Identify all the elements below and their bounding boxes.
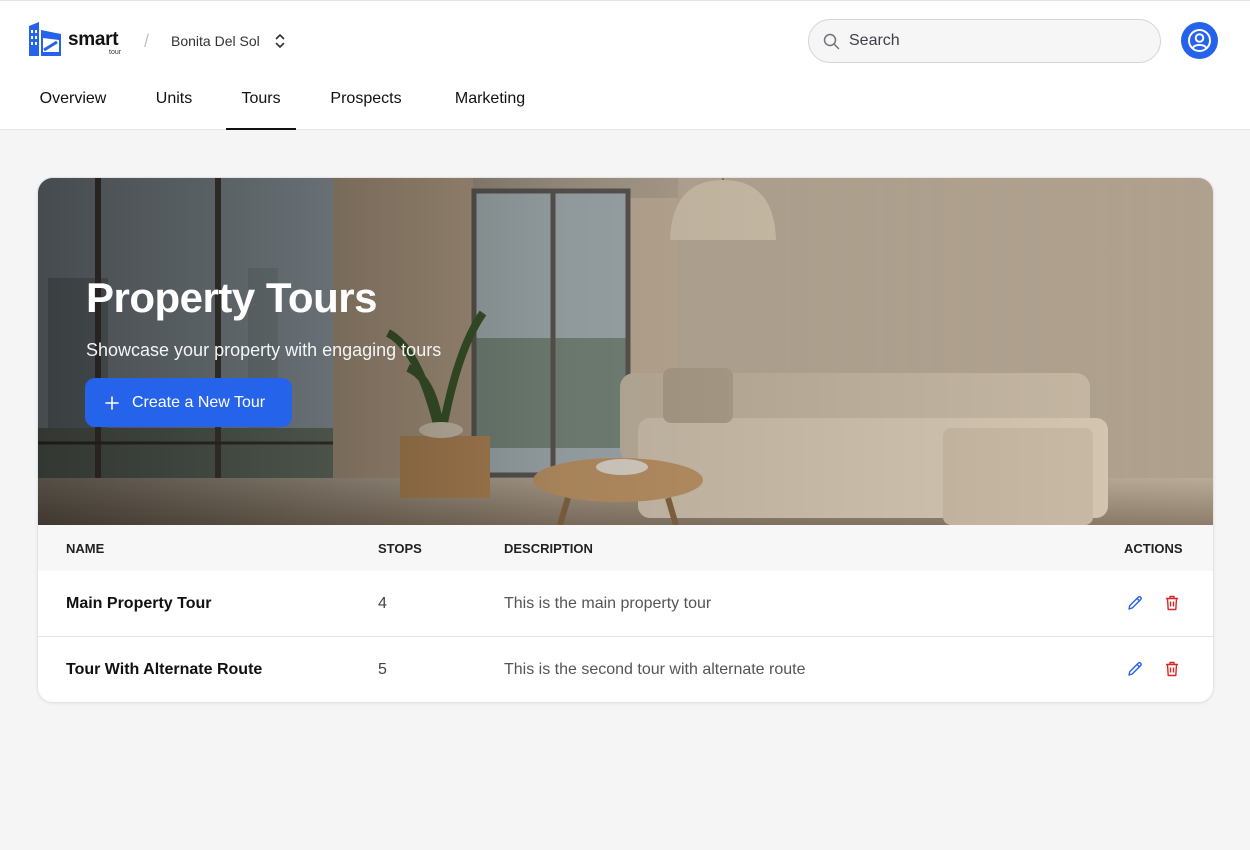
column-header-description: DESCRIPTION [504, 541, 593, 556]
column-header-stops: STOPS [378, 541, 422, 556]
table-header: NAME STOPS DESCRIPTION ACTIONS [38, 525, 1213, 571]
tab-overview[interactable]: Overview [26, 73, 120, 130]
chevron-up-down-icon [275, 34, 285, 48]
hero-banner: Property Tours Showcase your property wi… [38, 178, 1213, 525]
property-name: Bonita Del Sol [171, 33, 260, 49]
table-row[interactable]: Tour With Alternate Route 5 This is the … [38, 637, 1213, 702]
create-tour-label: Create a New Tour [132, 393, 266, 411]
logo-building-icon [29, 22, 61, 56]
column-header-name: NAME [66, 541, 105, 556]
top-header: smart tour / Bonita Del Sol Overview Uni… [0, 0, 1250, 130]
pencil-icon[interactable] [1125, 593, 1145, 613]
tour-stops: 5 [378, 661, 387, 678]
tab-prospects[interactable]: Prospects [316, 73, 416, 130]
page-title: Property Tours [86, 274, 377, 321]
tour-description: This is the second tour with alternate r… [504, 661, 806, 678]
tour-name: Main Property Tour [66, 595, 212, 612]
logo-subtext: tour [109, 49, 122, 56]
table-row[interactable]: Main Property Tour 4 This is the main pr… [38, 571, 1213, 637]
tour-stops: 4 [378, 595, 387, 612]
plus-icon [105, 395, 119, 410]
user-avatar-button[interactable] [1181, 22, 1218, 59]
page-subtitle: Showcase your property with engaging tou… [86, 340, 442, 360]
tours-card: Property Tours Showcase your property wi… [37, 177, 1214, 703]
column-header-actions: ACTIONS [1124, 541, 1183, 556]
pencil-icon[interactable] [1125, 659, 1145, 679]
create-tour-button[interactable]: Create a New Tour [85, 378, 292, 427]
trash-icon[interactable] [1162, 659, 1182, 679]
property-selector[interactable]: Bonita Del Sol [171, 30, 286, 52]
tour-description: This is the main property tour [504, 595, 712, 612]
search-input[interactable] [849, 32, 1139, 50]
logo-wordmark: smart [68, 29, 119, 50]
app-logo[interactable]: smart tour [27, 20, 127, 58]
tab-tours[interactable]: Tours [226, 73, 296, 130]
tab-units[interactable]: Units [140, 73, 208, 130]
tab-marketing[interactable]: Marketing [440, 73, 540, 130]
search-bar[interactable] [808, 19, 1161, 63]
search-icon [823, 33, 840, 49]
trash-icon[interactable] [1162, 593, 1182, 613]
user-icon [1188, 29, 1211, 52]
tour-name: Tour With Alternate Route [66, 661, 263, 678]
breadcrumb-separator: / [144, 31, 150, 51]
